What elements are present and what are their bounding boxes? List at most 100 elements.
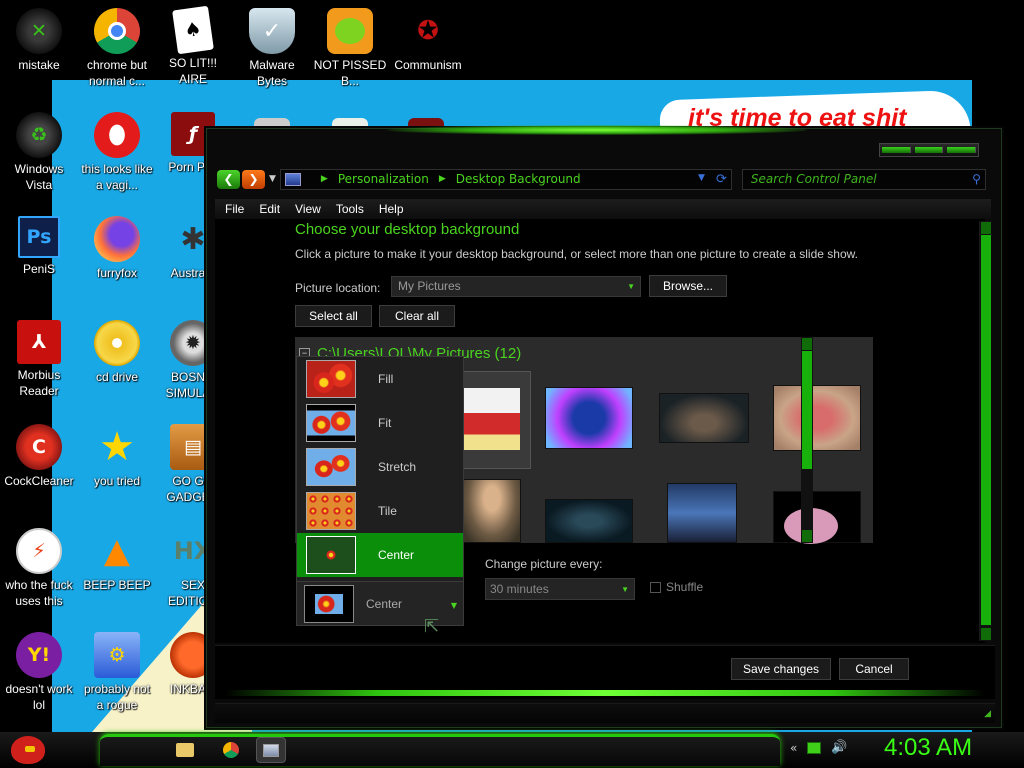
picture-thumbnail[interactable] <box>545 499 633 543</box>
taskbar-control-panel[interactable] <box>256 737 286 763</box>
desktop-icon-cd-drive[interactable]: cd drive <box>79 320 155 385</box>
desktop-icon-solitaire[interactable]: ♠ SO LIT!!! AIRE <box>155 5 231 87</box>
picture-thumbnail[interactable] <box>773 491 861 544</box>
scroll-down-arrow[interactable] <box>981 628 991 640</box>
desktop-icon-probably-not-a-rogue[interactable]: ⚙ probably not a rogue <box>79 632 155 713</box>
address-dropdown-icon[interactable]: ▼ <box>698 173 705 183</box>
network-icon[interactable] <box>807 741 822 754</box>
back-button[interactable]: ❮ <box>217 169 240 189</box>
position-option-label: Center <box>378 548 415 562</box>
menu-tools[interactable]: Tools <box>336 202 364 216</box>
scroll-thumb[interactable] <box>802 351 812 469</box>
taskbar-folder[interactable] <box>170 737 200 763</box>
position-option-fill[interactable]: Fill <box>297 357 463 401</box>
scroll-up-arrow[interactable] <box>802 338 812 350</box>
desktop-icon-furryfox[interactable]: furryfox <box>79 216 155 281</box>
clear-all-button[interactable]: Clear all <box>379 305 455 327</box>
desktop-icon-cockcleaner[interactable]: C CockCleaner <box>1 424 77 489</box>
position-option-fit[interactable]: Fit <box>297 401 463 445</box>
desktop-icon-doesnt-work[interactable]: Y! doesn't work lol <box>1 632 77 713</box>
address-bar-row: ❮ ❯ ▼ ▶ Personalization ▶ Desktop Backgr… <box>217 167 993 191</box>
search-icon[interactable]: ⚲ <box>972 172 981 186</box>
resize-grip-icon[interactable]: ◢ <box>984 709 991 719</box>
desktop-icon-opera[interactable]: this looks like a vagi... <box>79 112 155 193</box>
save-changes-button[interactable]: Save changes <box>731 658 831 680</box>
browse-button[interactable]: Browse... <box>649 275 727 297</box>
content-scrollbar[interactable] <box>979 221 991 641</box>
shield-icon: ✓ <box>249 8 295 54</box>
minimize-button[interactable] <box>882 147 911 153</box>
tile-preview-icon <box>306 492 356 530</box>
desktop-icon-beep-beep[interactable]: ▲ BEEP BEEP <box>79 528 155 593</box>
volume-icon[interactable]: 🔊 <box>831 740 847 755</box>
forward-button[interactable]: ❯ <box>242 169 265 189</box>
menu-edit[interactable]: Edit <box>259 202 280 216</box>
desktop-icon-who-uses-this[interactable]: ⚡ who the fuck uses this <box>1 528 77 609</box>
menu-help[interactable]: Help <box>379 202 404 216</box>
scroll-thumb[interactable] <box>981 235 991 625</box>
chevron-down-icon: ▼ <box>269 174 276 184</box>
cancel-button[interactable]: Cancel <box>839 658 909 680</box>
system-tray: « 🔊 <box>790 740 848 755</box>
search-placeholder: Search Control Panel <box>750 172 877 186</box>
flag-icon: ✪ <box>417 16 439 46</box>
firefox-icon <box>94 216 140 262</box>
picture-thumbnail[interactable] <box>773 385 861 451</box>
maximize-button[interactable] <box>914 147 944 153</box>
show-hidden-icons-icon[interactable]: « <box>790 741 797 755</box>
shuffle-checkbox[interactable]: Shuffle <box>650 580 703 594</box>
star-icon: ★ <box>99 424 135 470</box>
angry-bird-icon <box>11 736 45 764</box>
fill-preview-icon <box>306 360 356 398</box>
chrome-icon <box>94 8 140 54</box>
ccleaner-icon: C <box>16 424 62 470</box>
position-option-label: Fit <box>378 416 392 430</box>
position-option-label: Fill <box>378 372 394 386</box>
scroll-down-arrow[interactable] <box>802 530 812 542</box>
taskbar-chrome[interactable] <box>216 737 246 763</box>
desktop-icon-mistake[interactable]: ✕ mistake <box>1 8 77 73</box>
desktop-icon-you-tried[interactable]: ★ you tried <box>79 424 155 489</box>
position-option-stretch[interactable]: Stretch <box>297 445 463 489</box>
desktop-icon-not-pissed[interactable]: NOT PISSED B... <box>312 8 388 89</box>
picture-thumbnail[interactable] <box>667 483 737 543</box>
taskbar-band <box>100 734 780 766</box>
menu-view[interactable]: View <box>295 202 321 216</box>
control-panel-icon <box>284 172 301 186</box>
breadcrumb-arrow-icon: ▶ <box>438 174 446 184</box>
picture-location-select[interactable]: My Pictures ▼ <box>391 276 641 297</box>
scroll-up-arrow[interactable] <box>981 222 991 234</box>
recent-pages-dropdown[interactable]: ▼ <box>269 174 276 184</box>
picture-grid-scrollbar[interactable] <box>801 337 813 543</box>
address-box[interactable]: ▶ Personalization ▶ Desktop Background ▼… <box>279 168 732 190</box>
footer-bar: Save changes Cancel <box>215 645 995 699</box>
chevron-down-icon: ▼ <box>621 585 629 594</box>
breadcrumb-personalization[interactable]: Personalization <box>338 172 429 186</box>
interval-select[interactable]: 30 minutes ▼ <box>485 578 635 600</box>
refresh-icon[interactable]: ⟳ <box>716 172 727 187</box>
start-button[interactable] <box>6 732 50 768</box>
desktop-icon-morbius-reader[interactable]: ⅄ Morbius Reader <box>1 320 77 399</box>
select-all-button[interactable]: Select all <box>295 305 372 327</box>
status-bar: ◢ <box>215 703 995 723</box>
desktop-icon-penis[interactable]: Ps PeniS <box>1 216 77 277</box>
picture-thumbnail[interactable] <box>545 387 633 449</box>
desktop-icon-windows-vista[interactable]: ♻ Windows Vista <box>1 112 77 193</box>
breadcrumb-desktop-background[interactable]: Desktop Background <box>456 172 581 186</box>
desktop-icon-malwarebytes[interactable]: ✓ Malware Bytes <box>234 8 310 89</box>
picture-thumbnail[interactable] <box>463 479 521 543</box>
desktop-icon-communism[interactable]: ✪ Communism <box>390 8 466 73</box>
taskbar-clock[interactable]: 4:03 AM <box>884 734 972 762</box>
desktop-icon-chrome[interactable]: chrome but normal c... <box>79 8 155 89</box>
control-panel-icon <box>263 743 279 757</box>
search-input[interactable]: Search Control Panel ⚲ <box>741 168 986 190</box>
close-button[interactable] <box>947 147 977 153</box>
position-option-center[interactable]: Center <box>297 533 463 577</box>
cursor-icon: ⇱ <box>424 616 440 637</box>
photoshop-icon: Ps <box>18 216 60 258</box>
vlc-icon: ▲ <box>103 531 131 571</box>
folder-icon <box>176 743 194 757</box>
picture-thumbnail[interactable] <box>659 393 749 443</box>
menu-file[interactable]: File <box>225 202 244 216</box>
position-option-tile[interactable]: Tile <box>297 489 463 533</box>
